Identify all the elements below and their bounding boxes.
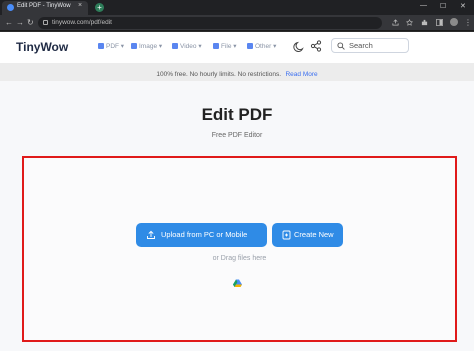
pdf-icon: [98, 43, 104, 49]
page-subtitle: Free PDF Editor: [211, 132, 263, 139]
read-more-link[interactable]: Read More: [285, 71, 317, 78]
banner-text: 100% free. No hourly limits. No restrict…: [156, 71, 282, 78]
tab-close-icon[interactable]: ×: [78, 2, 82, 9]
search-icon: [337, 42, 345, 50]
extensions-icon[interactable]: [421, 19, 428, 26]
browser-menu-icon[interactable]: ⋮: [464, 18, 472, 27]
file-icon: [213, 43, 219, 49]
tab-title: Edit PDF - TinyWow: [17, 3, 71, 9]
sidebar-icon[interactable]: [436, 19, 443, 26]
menu-other[interactable]: Other ▾: [247, 42, 276, 50]
reload-icon[interactable]: ↻: [27, 18, 34, 27]
browser-tab[interactable]: Edit PDF - TinyWow ×: [2, 1, 88, 15]
page-title: Edit PDF: [201, 105, 273, 124]
new-tab-button[interactable]: +: [95, 3, 104, 12]
star-icon[interactable]: [406, 19, 413, 26]
share-icon[interactable]: [392, 19, 399, 26]
web-page: TinyWow PDF ▾ Image ▾ Video ▾ File ▾ Oth…: [0, 32, 474, 351]
create-new-button[interactable]: Create New: [272, 223, 343, 247]
promo-banner: 100% free. No hourly limits. No restrict…: [0, 63, 474, 81]
upload-icon: [147, 230, 155, 239]
file-dropzone[interactable]: Upload from PC or Mobile Create New or D…: [22, 156, 457, 342]
video-icon: [172, 43, 178, 49]
lock-icon: [43, 20, 48, 25]
drag-files-text: or Drag files here: [212, 255, 267, 262]
upload-button-label: Upload from PC or Mobile: [161, 230, 248, 239]
back-icon[interactable]: ←: [5, 18, 13, 27]
site-logo[interactable]: TinyWow: [16, 40, 68, 54]
maximize-button[interactable]: ☐: [440, 2, 446, 10]
google-drive-icon[interactable]: [233, 279, 242, 287]
create-new-label: Create New: [294, 230, 334, 239]
search-input[interactable]: Search: [331, 38, 409, 53]
menu-image[interactable]: Image ▾: [131, 42, 162, 50]
url-input[interactable]: tinywow.com/pdf/edit: [38, 17, 382, 29]
moon-icon[interactable]: [293, 40, 305, 52]
tinywow-favicon-icon: [7, 4, 14, 11]
share-icon[interactable]: [310, 40, 322, 52]
profile-avatar[interactable]: [450, 18, 458, 26]
menu-file[interactable]: File ▾: [213, 42, 237, 50]
image-icon: [131, 43, 137, 49]
upload-button[interactable]: Upload from PC or Mobile: [136, 223, 267, 247]
menu-video[interactable]: Video ▾: [172, 42, 202, 50]
tool-section: Edit PDF Free PDF Editor Upload from PC …: [0, 81, 474, 351]
search-placeholder: Search: [349, 41, 373, 50]
url-text: tinywow.com/pdf/edit: [52, 19, 112, 26]
address-bar: ← → ↻ tinywow.com/pdf/edit ⋮: [0, 15, 474, 31]
menu-pdf[interactable]: PDF ▾: [98, 42, 124, 50]
minimize-button[interactable]: —: [420, 2, 427, 9]
site-header: TinyWow PDF ▾ Image ▾ Video ▾ File ▾ Oth…: [0, 32, 474, 62]
document-icon: [282, 230, 291, 240]
browser-tab-bar: Edit PDF - TinyWow × + — ☐ ✕: [0, 0, 474, 15]
forward-icon[interactable]: →: [16, 18, 24, 27]
grid-icon: [247, 43, 253, 49]
close-window-button[interactable]: ✕: [460, 2, 466, 10]
